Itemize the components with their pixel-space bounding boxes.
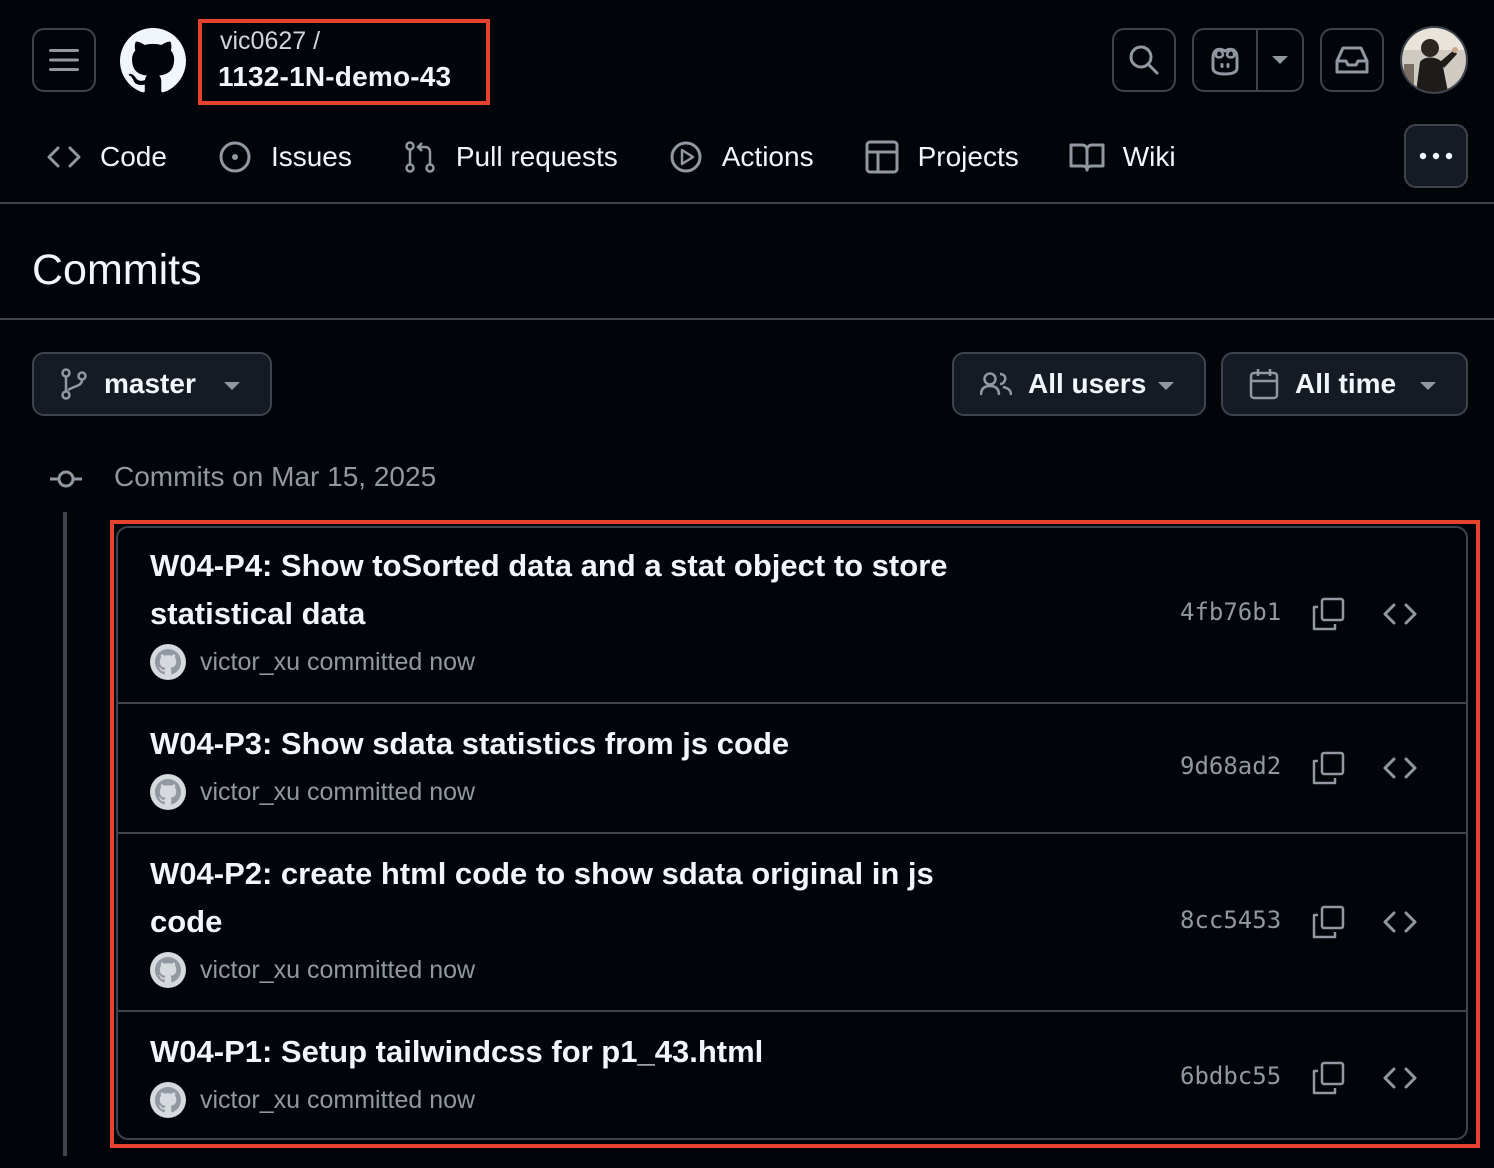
tab-projects[interactable]: Projects	[864, 126, 1019, 188]
commit-list: W04-P4: Show toSorted data and a stat ob…	[116, 526, 1468, 1140]
git-branch-icon	[60, 368, 88, 400]
commit-meta: victor_xu committed now	[150, 774, 475, 810]
repo-context-highlight: vic0627 / 1132-1N-demo-43	[198, 19, 490, 105]
notifications-inbox-button[interactable]	[1320, 28, 1384, 92]
commit-sha-link[interactable]: 9d68ad2	[1180, 752, 1281, 780]
commit-row: W04-P4: Show toSorted data and a stat ob…	[118, 528, 1466, 704]
play-icon	[668, 139, 704, 175]
global-header: vic0627 / 1132-1N-demo-43 Code Issues Pu…	[0, 0, 1494, 204]
browse-code-icon[interactable]	[1380, 748, 1420, 788]
commit-author-line: victor_xu committed now	[200, 777, 476, 806]
time-filter-label: All time	[1295, 368, 1397, 399]
copilot-icon	[1211, 47, 1239, 76]
commit-group-date: Commits on Mar 15, 2025	[114, 461, 437, 492]
kebab-horizontal-icon	[1419, 152, 1453, 160]
repo-name-link[interactable]: 1132-1N-demo-43	[218, 61, 451, 93]
caret-down-icon	[224, 382, 240, 390]
tab-issues[interactable]: Issues	[217, 126, 352, 188]
tab-label: Code	[100, 141, 167, 172]
commit-meta: victor_xu committed now	[150, 1082, 475, 1118]
open-menu-button[interactable]	[32, 28, 96, 92]
tab-code[interactable]: Code	[46, 126, 167, 188]
tab-wiki[interactable]: Wiki	[1069, 126, 1176, 188]
page-title: Commits	[32, 246, 202, 294]
commit-row: W04-P3: Show sdata statistics from js co…	[118, 704, 1466, 834]
author-avatar[interactable]	[150, 1082, 186, 1118]
tab-label: Pull requests	[455, 141, 618, 172]
commit-message-link[interactable]: W04-P4: Show toSorted data and a stat ob…	[150, 542, 1000, 638]
copilot-chat-button[interactable]	[1194, 30, 1258, 90]
commit-message-link[interactable]: W04-P1: Setup tailwindcss for p1_43.html	[150, 1028, 1000, 1076]
commit-author-line: victor_xu committed now	[200, 1085, 476, 1114]
commit-row: W04-P2: create html code to show sdata o…	[118, 834, 1466, 1012]
copilot-menu-dropdown[interactable]	[1258, 30, 1302, 90]
user-avatar[interactable]	[1400, 26, 1468, 94]
author-avatar[interactable]	[150, 644, 186, 680]
search-icon	[1129, 45, 1159, 75]
copy-icon[interactable]	[1308, 594, 1348, 634]
calendar-icon	[1249, 368, 1279, 400]
copy-icon[interactable]	[1308, 748, 1348, 788]
branch-selector-button[interactable]: master	[32, 352, 272, 416]
github-mark-icon	[120, 28, 186, 93]
tab-pull-requests[interactable]: Pull requests	[402, 126, 618, 188]
github-mark-icon	[155, 1087, 181, 1113]
more-tabs-button[interactable]	[1404, 124, 1468, 188]
commit-message-link[interactable]: W04-P2: create html code to show sdata o…	[150, 850, 1000, 946]
timeline-line	[63, 512, 67, 1156]
commit-sha-link[interactable]: 8cc5453	[1180, 906, 1281, 934]
commit-row: W04-P1: Setup tailwindcss for p1_43.html…	[118, 1012, 1466, 1138]
people-icon	[980, 371, 1012, 397]
branch-name: master	[104, 368, 196, 399]
browse-code-icon[interactable]	[1380, 594, 1420, 634]
tab-label: Projects	[917, 141, 1019, 172]
hamburger-icon	[49, 49, 79, 71]
avatar-photo	[1402, 28, 1466, 92]
commit-meta: victor_xu committed now	[150, 952, 475, 988]
users-filter-label: All users	[1028, 368, 1147, 399]
github-mark-icon	[155, 649, 181, 675]
commit-author-line: victor_xu committed now	[200, 647, 476, 676]
copilot-button-group	[1192, 28, 1304, 92]
caret-down-icon	[1158, 382, 1174, 390]
issue-opened-icon	[217, 139, 253, 175]
tab-label: Wiki	[1122, 141, 1176, 172]
book-icon	[1069, 139, 1105, 175]
browse-code-icon[interactable]	[1380, 1058, 1420, 1098]
git-commit-icon	[48, 462, 84, 496]
tab-label: Issues	[270, 141, 352, 172]
browse-code-icon[interactable]	[1380, 902, 1420, 942]
tab-label: Actions	[721, 141, 814, 172]
github-logo[interactable]	[120, 28, 186, 94]
github-mark-icon	[155, 957, 181, 983]
table-icon	[864, 139, 900, 175]
repo-nav-tabs: Code Issues Pull requests Actions Projec…	[32, 126, 1226, 188]
caret-down-icon	[1420, 382, 1436, 390]
triangle-down-icon	[1272, 56, 1288, 64]
commit-author-line: victor_xu committed now	[200, 955, 476, 984]
author-avatar[interactable]	[150, 774, 186, 810]
commit-meta: victor_xu committed now	[150, 644, 475, 680]
commit-sha-link[interactable]: 4fb76b1	[1180, 598, 1281, 626]
code-icon	[46, 139, 82, 175]
author-avatar[interactable]	[150, 952, 186, 988]
time-filter-button[interactable]: All time	[1221, 352, 1468, 416]
tab-actions[interactable]: Actions	[668, 126, 814, 188]
commit-message-link[interactable]: W04-P3: Show sdata statistics from js co…	[150, 720, 1000, 768]
copy-icon[interactable]	[1308, 1058, 1348, 1098]
page-title-row: Commits	[0, 204, 1494, 320]
git-pull-request-icon	[402, 139, 438, 175]
users-filter-button[interactable]: All users	[952, 352, 1206, 416]
commit-sha-link[interactable]: 6bdbc55	[1180, 1062, 1281, 1090]
inbox-icon	[1335, 46, 1369, 74]
search-button[interactable]	[1112, 28, 1176, 92]
github-mark-icon	[155, 779, 181, 805]
copy-icon[interactable]	[1308, 902, 1348, 942]
repo-owner-link[interactable]: vic0627 /	[220, 27, 320, 56]
